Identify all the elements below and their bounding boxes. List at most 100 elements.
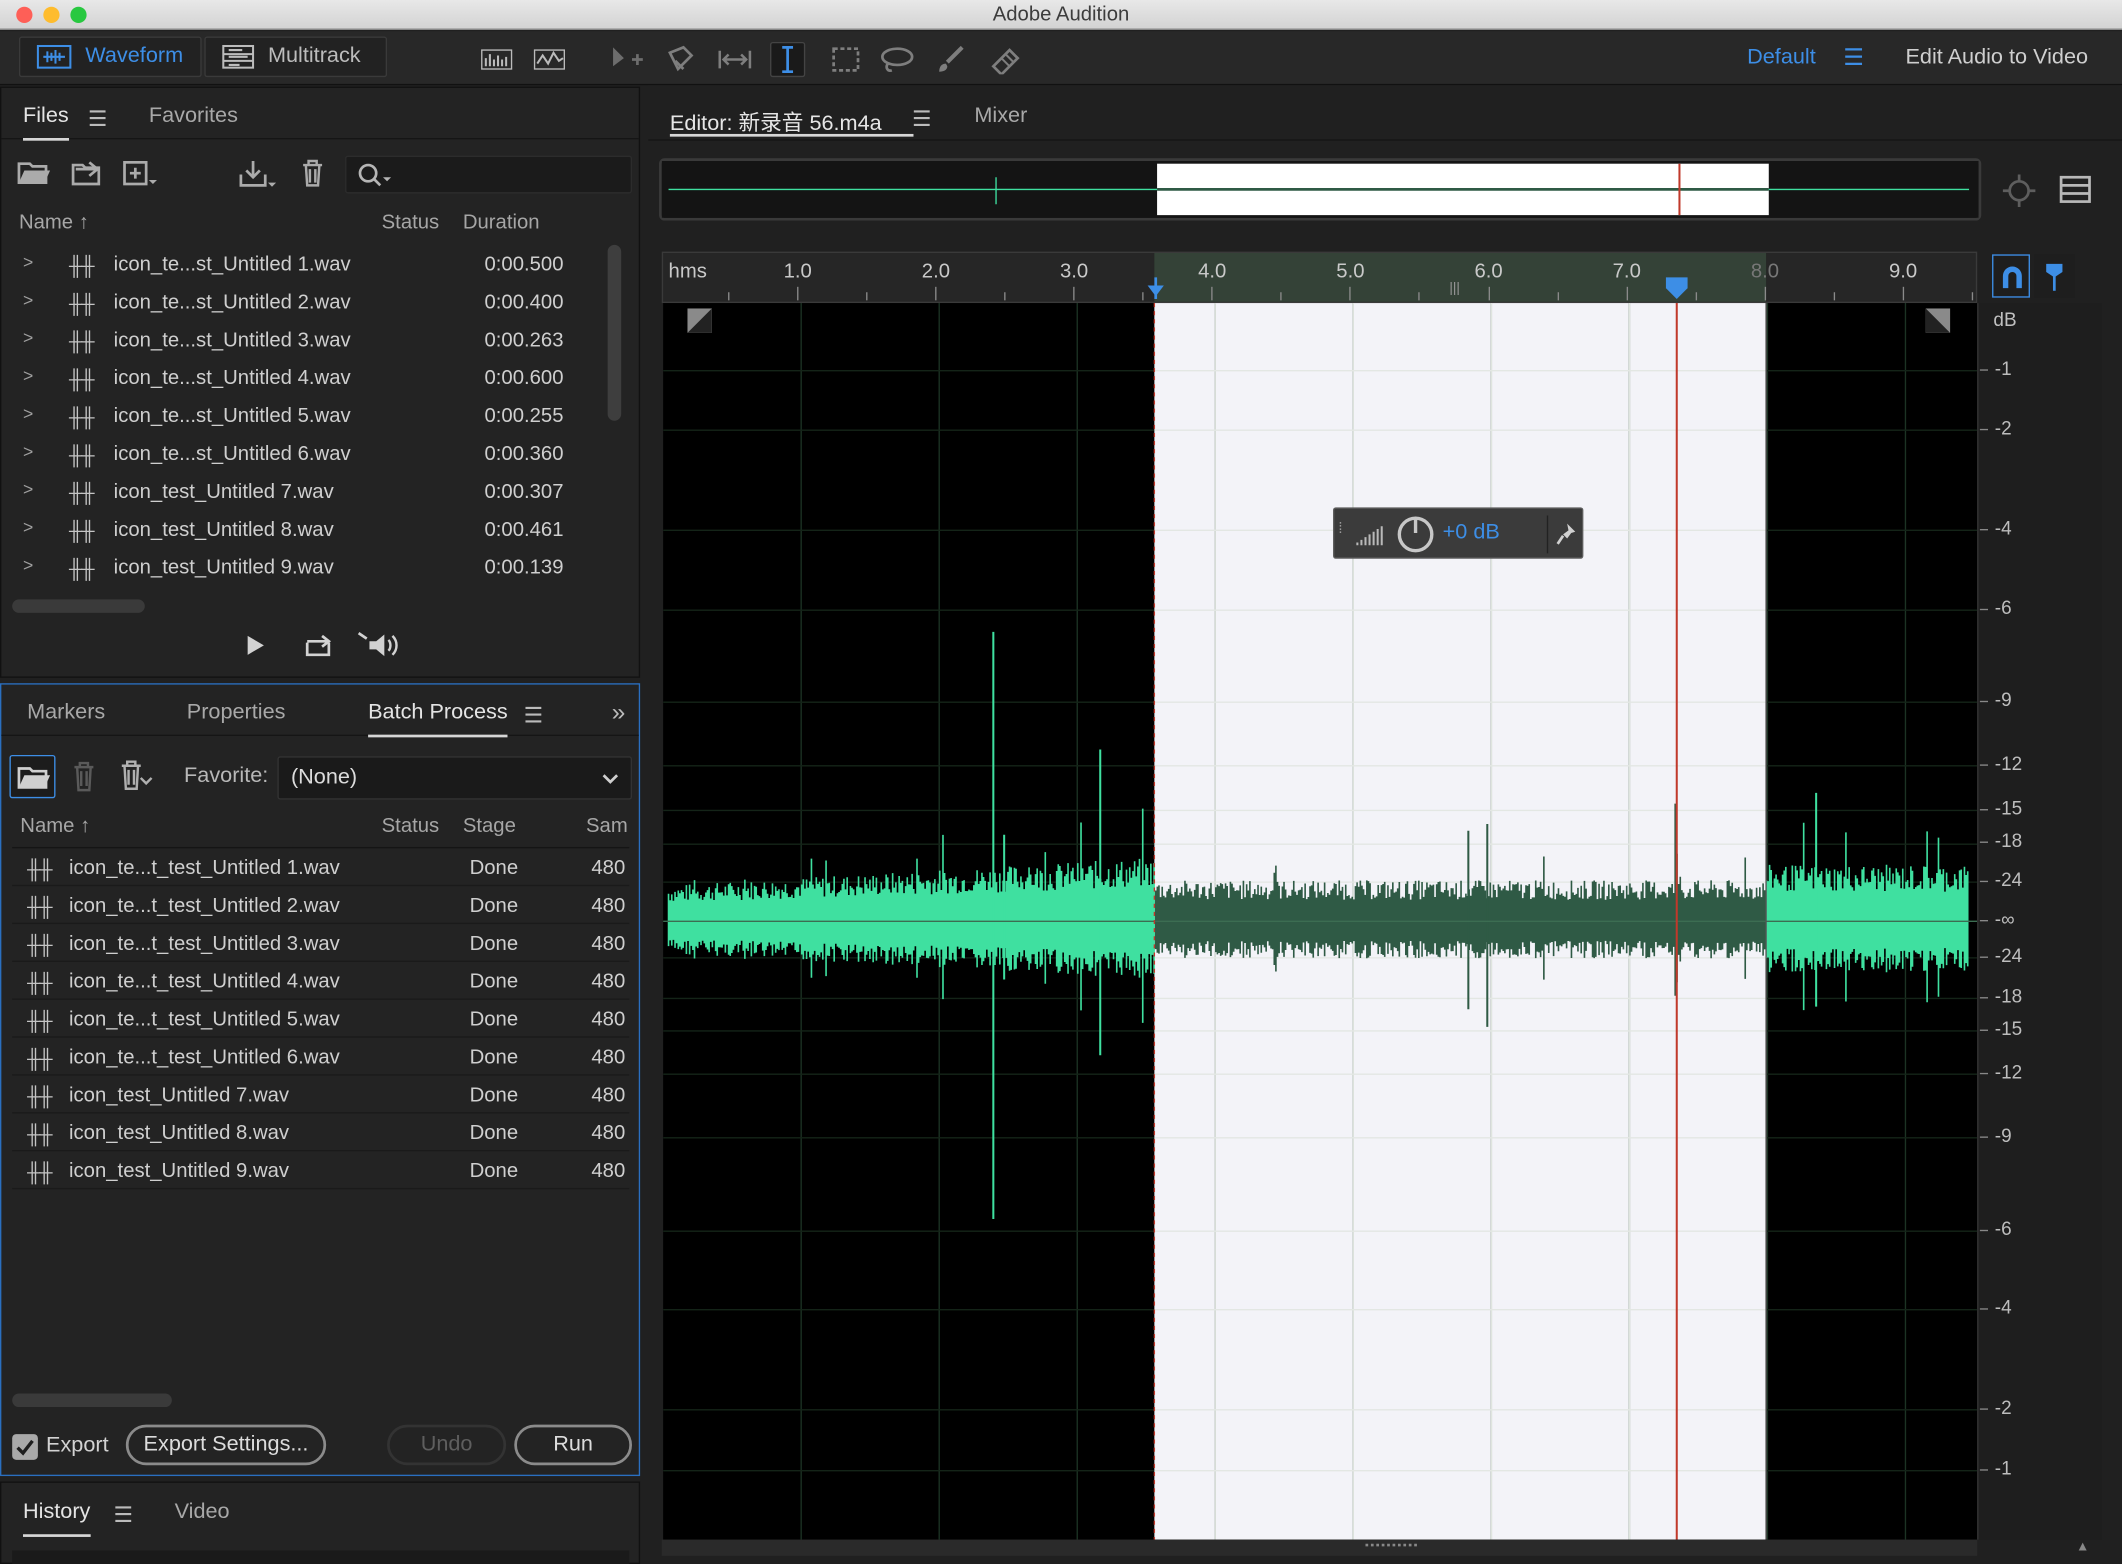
clear-done-items-icon[interactable] (118, 759, 153, 801)
batch-column-sample[interactable]: Sam (586, 814, 628, 837)
time-selection-tool-icon[interactable] (770, 41, 806, 78)
scroll-up-icon[interactable]: ▲ (2076, 1540, 2089, 1555)
auto-play-icon[interactable] (356, 630, 402, 667)
batch-row[interactable]: ╫╫ icon_te...t_test_Untitled 6.wav Done 480 (12, 1038, 630, 1076)
batch-row[interactable]: ╫╫ icon_te...t_test_Untitled 1.wav Done 480 (12, 848, 630, 887)
file-row[interactable]: > ╫╫ icon_test_Untitled 9.wav 0:00.139 (12, 548, 607, 586)
volume-hud[interactable]: ⁞ +0 dB (1333, 507, 1584, 559)
files-column-duration[interactable]: Duration (463, 211, 540, 234)
tab-favorites[interactable]: Favorites (149, 104, 238, 128)
razor-tool-icon[interactable] (663, 42, 698, 77)
batch-row[interactable]: ╫╫ icon_te...t_test_Untitled 4.wav Done 480 (12, 962, 630, 1000)
multitrack-mode-button[interactable]: Multitrack (204, 36, 388, 78)
favorite-dropdown[interactable]: (None) (277, 756, 632, 800)
open-file-icon[interactable] (16, 158, 51, 195)
ruler-grip-icon[interactable]: ||| (1449, 281, 1460, 296)
import-file-icon[interactable] (70, 158, 108, 195)
new-file-icon[interactable] (122, 158, 160, 195)
gain-value[interactable]: +0 dB (1443, 521, 1500, 545)
expand-chevron-icon[interactable]: > (23, 365, 33, 385)
loop-preview-icon[interactable] (303, 632, 335, 666)
file-row[interactable]: > ╫╫ icon_test_Untitled 8.wav 0:00.461 (12, 510, 607, 548)
spectral-frequency-display-icon[interactable] (479, 42, 514, 77)
slip-tool-icon[interactable] (717, 42, 752, 77)
history-panel-menu-icon[interactable]: ☰ (114, 1502, 133, 1529)
files-horizontal-scrollbar[interactable] (12, 599, 145, 613)
file-row[interactable]: > ╫╫ icon_te...st_Untitled 1.wav 0:00.500 (12, 245, 607, 283)
tab-video[interactable]: Video (175, 1500, 230, 1524)
expand-chevron-icon[interactable]: > (23, 327, 33, 347)
batch-horizontal-scrollbar[interactable] (12, 1393, 172, 1408)
expand-chevron-icon[interactable]: > (23, 479, 33, 499)
file-row[interactable]: > ╫╫ icon_te...st_Untitled 5.wav 0:00.255 (12, 396, 607, 434)
hud-grip-icon[interactable]: ⁞ (1338, 521, 1342, 537)
files-panel-menu-icon[interactable]: ☰ (88, 106, 107, 133)
workspace-menu-icon[interactable]: ☰ (1843, 45, 1864, 72)
skip-selection-button[interactable] (2034, 254, 2075, 298)
spectral-pitch-display-icon[interactable] (532, 42, 567, 77)
zoom-to-selection-icon[interactable] (2000, 172, 2038, 217)
fade-out-handle-icon[interactable] (1925, 308, 1951, 333)
batch-row[interactable]: ╫╫ icon_te...t_test_Untitled 2.wav Done 480 (12, 886, 630, 925)
tab-mixer[interactable]: Mixer (974, 104, 1027, 128)
file-row[interactable]: > ╫╫ icon_test_Untitled 7.wav 0:00.307 (12, 472, 607, 510)
scroll-grip-icon[interactable] (1365, 1543, 1417, 1552)
batch-row[interactable]: ╫╫ icon_test_Untitled 8.wav Done 480 (12, 1113, 630, 1152)
remove-batch-item-icon[interactable] (70, 760, 97, 799)
move-tool-icon[interactable] (609, 42, 644, 77)
insert-into-multitrack-icon[interactable] (235, 158, 278, 197)
batch-panel-menu-icon[interactable]: ☰ (524, 702, 543, 729)
expand-chevron-icon[interactable]: > (23, 441, 33, 461)
show-channel-list-icon[interactable] (2058, 172, 2093, 214)
horizontal-zoom-scrollbar[interactable] (661, 1539, 1978, 1556)
tab-batch-process[interactable]: Batch Process (368, 701, 508, 738)
files-column-status[interactable]: Status (382, 211, 440, 234)
tab-markers[interactable]: Markers (27, 701, 105, 725)
overview-navigator[interactable] (659, 158, 1982, 221)
file-row[interactable]: > ╫╫ icon_te...st_Untitled 3.wav 0:00.263 (12, 321, 607, 359)
tab-properties[interactable]: Properties (187, 701, 286, 725)
workspace-edit-audio-to-video[interactable]: Edit Audio to Video (1905, 46, 2088, 70)
fade-in-handle-icon[interactable] (687, 308, 712, 333)
batch-row[interactable]: ╫╫ icon_test_Untitled 9.wav Done 480 (12, 1151, 630, 1190)
tab-history[interactable]: History (23, 1500, 90, 1537)
play-preview-icon[interactable] (245, 633, 267, 664)
waveform-display[interactable] (663, 303, 1978, 1540)
gain-knob-icon[interactable] (1397, 515, 1435, 553)
file-row[interactable]: > ╫╫ icon_te...st_Untitled 2.wav 0:00.400 (12, 283, 607, 321)
file-row[interactable]: > ╫╫ icon_te...st_Untitled 6.wav 0:00.360 (12, 434, 607, 472)
export-settings-button[interactable]: Export Settings... (125, 1424, 327, 1466)
waveform-mode-button[interactable]: Waveform (18, 36, 202, 78)
files-search-input[interactable] (345, 155, 632, 194)
batch-row[interactable]: ╫╫ icon_test_Untitled 7.wav Done 480 (12, 1076, 630, 1114)
export-checkbox[interactable] (12, 1434, 38, 1460)
run-button[interactable]: Run (514, 1424, 632, 1466)
batch-row[interactable]: ╫╫ icon_te...t_test_Untitled 5.wav Done 480 (12, 1000, 630, 1038)
marquee-selection-tool-icon[interactable] (828, 42, 863, 77)
batch-column-stage[interactable]: Stage (463, 814, 516, 837)
batch-row[interactable]: ╫╫ icon_te...t_test_Untitled 3.wav Done 480 (12, 924, 630, 962)
open-batch-files-button[interactable] (9, 754, 56, 799)
expand-chevron-icon[interactable]: > (23, 290, 33, 310)
expand-chevron-icon[interactable]: > (23, 555, 33, 575)
batch-column-status[interactable]: Status (382, 814, 440, 837)
files-vertical-scrollbar[interactable] (607, 244, 622, 421)
files-column-name[interactable]: Name ↑ (19, 211, 89, 234)
lasso-selection-tool-icon[interactable] (880, 42, 915, 77)
batch-column-name[interactable]: Name ↑ (20, 814, 90, 837)
file-row[interactable]: > ╫╫ icon_te...st_Untitled 4.wav 0:00.600 (12, 359, 607, 397)
snap-to-markers-button[interactable] (1992, 254, 2030, 298)
delete-file-icon[interactable] (299, 158, 326, 195)
spot-healing-brush-tool-icon[interactable] (988, 42, 1023, 77)
paintbrush-selection-tool-icon[interactable] (934, 42, 969, 77)
expand-chevron-icon[interactable]: > (23, 252, 33, 272)
panel-overflow-icon[interactable]: » (612, 698, 626, 726)
editor-panel-menu-icon[interactable]: ☰ (912, 106, 931, 133)
workspace-default-label[interactable]: Default (1747, 46, 1816, 70)
expand-chevron-icon[interactable]: > (23, 517, 33, 537)
undo-button[interactable]: Undo (387, 1424, 507, 1466)
tab-editor[interactable]: Editor: 新录音 56.m4a (670, 104, 882, 136)
pin-icon[interactable] (1555, 522, 1577, 546)
tab-files[interactable]: Files (23, 104, 69, 141)
expand-chevron-icon[interactable]: > (23, 403, 33, 423)
